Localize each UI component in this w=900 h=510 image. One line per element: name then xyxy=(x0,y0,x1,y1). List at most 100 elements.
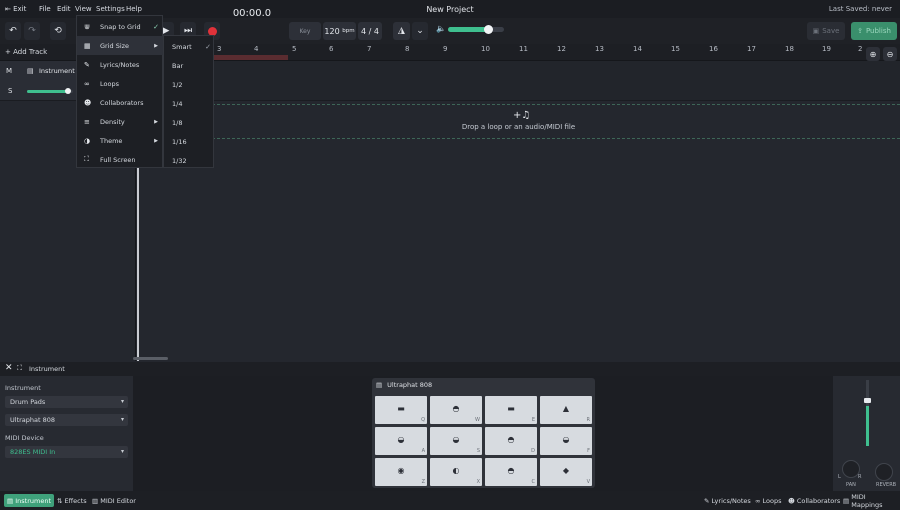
grid-option[interactable]: Smart ✓ xyxy=(164,37,215,56)
menu-item-theme[interactable]: ◑ Theme ▶ xyxy=(77,131,164,150)
drum-icon: ▬ xyxy=(507,404,515,413)
drum-pad[interactable]: ▬ E xyxy=(485,396,537,424)
grid-option[interactable]: 1/8 xyxy=(164,113,215,132)
collaborators-button[interactable]: ☻ Collaborators xyxy=(785,494,843,507)
users-icon: ☻ xyxy=(788,496,795,505)
add-track-button[interactable]: + Add Track xyxy=(5,48,47,56)
ruler-tick: 8 xyxy=(405,45,410,53)
mute-button[interactable]: M xyxy=(6,67,12,75)
checkmark-icon: ✓ xyxy=(205,42,211,51)
drum-pad[interactable]: ▬ Q xyxy=(375,396,427,424)
ruler-tick: 18 xyxy=(785,45,794,53)
loops-button[interactable]: ∞ Loops xyxy=(752,494,784,507)
dropdown-arrow-icon: ▾ xyxy=(120,416,124,423)
tempo-button[interactable]: 120 bpm xyxy=(323,22,356,40)
drum-pad[interactable]: ◉ Z xyxy=(375,458,427,486)
drum-pad[interactable]: ◓ W xyxy=(430,396,482,424)
close-icon[interactable]: ✕ xyxy=(5,363,13,373)
track-name[interactable]: Instrument xyxy=(39,67,75,75)
keyboard-icon: ▤ xyxy=(27,67,34,75)
master-volume-slider[interactable] xyxy=(448,25,504,34)
horizontal-scrollbar[interactable] xyxy=(133,357,168,360)
drum-icon: ◓ xyxy=(452,404,460,413)
menu-item-snap-to-grid[interactable]: ⋓ Snap to Grid ✓ xyxy=(77,17,164,36)
pad-key-label: A xyxy=(421,448,425,454)
menu-item-lyrics-notes[interactable]: ✎ Lyrics/Notes xyxy=(77,55,164,74)
drum-pad[interactable]: ▲ R xyxy=(540,396,592,424)
drum-pad[interactable]: ◓ D xyxy=(485,427,537,455)
pan-right-label: R xyxy=(858,474,862,480)
last-saved-status: Last Saved: never xyxy=(828,5,892,13)
grid-option[interactable]: Bar xyxy=(164,56,215,75)
dropdown-arrow-icon: ▾ xyxy=(120,398,124,405)
loop-icon: ∞ xyxy=(755,496,761,505)
bpm-unit: bpm xyxy=(342,28,355,34)
grid-option[interactable]: 1/32 xyxy=(164,151,215,170)
pad-key-label: Q xyxy=(421,417,425,423)
loop-toggle-button[interactable]: ⟲ xyxy=(50,22,66,40)
drum-pad[interactable]: ◒ F xyxy=(540,427,592,455)
drum-pad[interactable]: ◓ C xyxy=(485,458,537,486)
track-lane[interactable] xyxy=(137,61,900,101)
key-button[interactable]: Key xyxy=(289,22,321,40)
dropdown-arrow-icon: ▾ xyxy=(120,448,124,455)
menu-item-grid-size[interactable]: ▦ Grid Size ▶ xyxy=(77,36,164,55)
effects-icon: ⇅ xyxy=(57,496,63,505)
expand-icon[interactable]: ⛶ xyxy=(17,364,22,373)
zoom-out-button[interactable]: ⊖ xyxy=(883,47,897,61)
output-fader-handle[interactable] xyxy=(864,398,871,403)
tab-midi-editor[interactable]: ▥ MIDI Editor xyxy=(89,494,139,507)
grid-option-label: Smart xyxy=(172,42,192,51)
grid-option[interactable]: 1/2 xyxy=(164,75,215,94)
save-button[interactable]: ▣ Save xyxy=(807,22,845,40)
menu-item-collaborators[interactable]: ☻ Collaborators xyxy=(77,93,164,112)
track-volume-slider[interactable] xyxy=(27,88,73,94)
submenu-arrow-icon: ▶ xyxy=(154,42,158,49)
submenu-arrow-icon: ▶ xyxy=(154,137,158,144)
reverb-label: REVERB xyxy=(876,482,897,488)
menu-item-density[interactable]: ≡ Density ▶ xyxy=(77,112,164,131)
publish-button[interactable]: ⇪ Publish xyxy=(851,22,897,40)
midi-mappings-button[interactable]: ▤ MIDI Mappings xyxy=(840,493,900,509)
undo-button[interactable]: ↶ xyxy=(5,22,21,40)
tab-effects[interactable]: ⇅ Effects xyxy=(54,494,90,507)
reverb-knob[interactable] xyxy=(875,463,893,481)
menu-item-label: Grid Size xyxy=(100,41,130,50)
settings-menu: ⋓ Snap to Grid ✓ ▦ Grid Size ▶ ✎ Lyrics/Notes ∞ L… xyxy=(76,15,164,169)
keyboard-icon: ▤ xyxy=(843,496,850,505)
instrument-type-select[interactable]: Drum Pads ▾ xyxy=(5,396,128,408)
time-signature-button[interactable]: 4 / 4 xyxy=(358,22,382,40)
midi-icon: ▥ xyxy=(92,496,99,505)
drum-pad[interactable]: ◐ X xyxy=(430,458,482,486)
instrument-preset-select[interactable]: Ultraphat 808 ▾ xyxy=(5,414,128,426)
drum-icon: ◆ xyxy=(562,466,570,475)
metronome-options-button[interactable]: ⌄ xyxy=(412,22,428,40)
menu-item-full-screen[interactable]: ⛶ Full Screen xyxy=(77,150,164,169)
loop-icon: ∞ xyxy=(84,79,90,88)
ruler-tick: 10 xyxy=(481,45,490,53)
tab-instrument[interactable]: ▤ Instrument xyxy=(4,494,54,507)
solo-button[interactable]: S xyxy=(8,87,12,95)
drum-pad[interactable]: ◆ V xyxy=(540,458,592,486)
ruler-tick: 5 xyxy=(292,45,297,53)
track-volume-handle[interactable] xyxy=(65,88,72,94)
drum-icon: ◒ xyxy=(397,435,405,444)
menu-item-loops[interactable]: ∞ Loops xyxy=(77,74,164,93)
drum-pad[interactable]: ◒ S xyxy=(430,427,482,455)
zoom-in-button[interactable]: ⊕ xyxy=(866,47,880,61)
drum-icon: ◉ xyxy=(397,466,405,475)
instrument-label: Instrument xyxy=(5,384,41,392)
metronome-button[interactable]: ◮ xyxy=(393,22,410,40)
drum-icon: ◓ xyxy=(507,435,515,444)
midi-device-select[interactable]: 828ES MIDI In ▾ xyxy=(5,446,128,458)
grid-option-label: Bar xyxy=(172,61,184,70)
redo-button[interactable]: ↷ xyxy=(24,22,40,40)
drum-pad[interactable]: ◒ A xyxy=(375,427,427,455)
loop-region[interactable] xyxy=(213,55,288,60)
menu-item-label: Loops xyxy=(100,79,119,88)
drum-pad-title: ▤ Ultraphat 808 xyxy=(376,381,433,389)
lyrics-notes-button[interactable]: ✎ Lyrics/Notes xyxy=(701,494,754,507)
grid-option[interactable]: 1/16 xyxy=(164,132,215,151)
upload-icon: ⇪ xyxy=(857,27,863,35)
grid-option[interactable]: 1/4 xyxy=(164,94,215,113)
